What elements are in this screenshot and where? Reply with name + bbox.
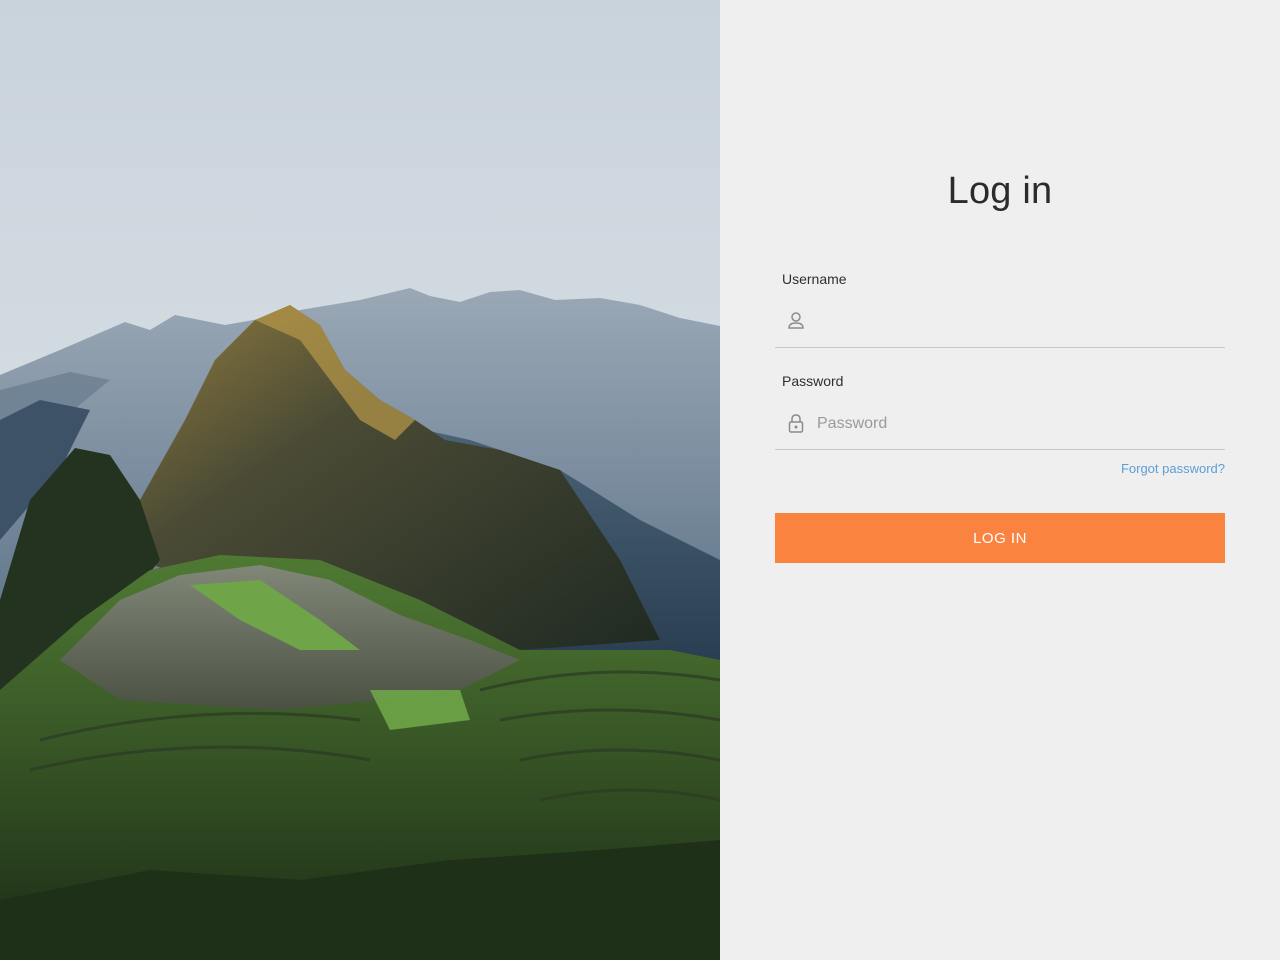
hero-image <box>0 0 720 960</box>
password-field-container <box>775 399 1225 450</box>
page-title: Log in <box>947 170 1053 212</box>
username-field-container <box>775 297 1225 348</box>
lock-icon <box>787 413 805 433</box>
password-label: Password <box>782 373 844 389</box>
forgot-password-link[interactable]: Forgot password? <box>1121 461 1225 476</box>
password-input[interactable] <box>817 407 1217 441</box>
mountain-landscape-image <box>0 0 720 960</box>
username-input[interactable] <box>817 305 1217 339</box>
login-button[interactable]: LOG IN <box>775 513 1225 563</box>
login-panel: Log in Username Password Forgot password… <box>720 0 1280 960</box>
user-icon <box>787 311 805 331</box>
username-label: Username <box>782 271 847 287</box>
